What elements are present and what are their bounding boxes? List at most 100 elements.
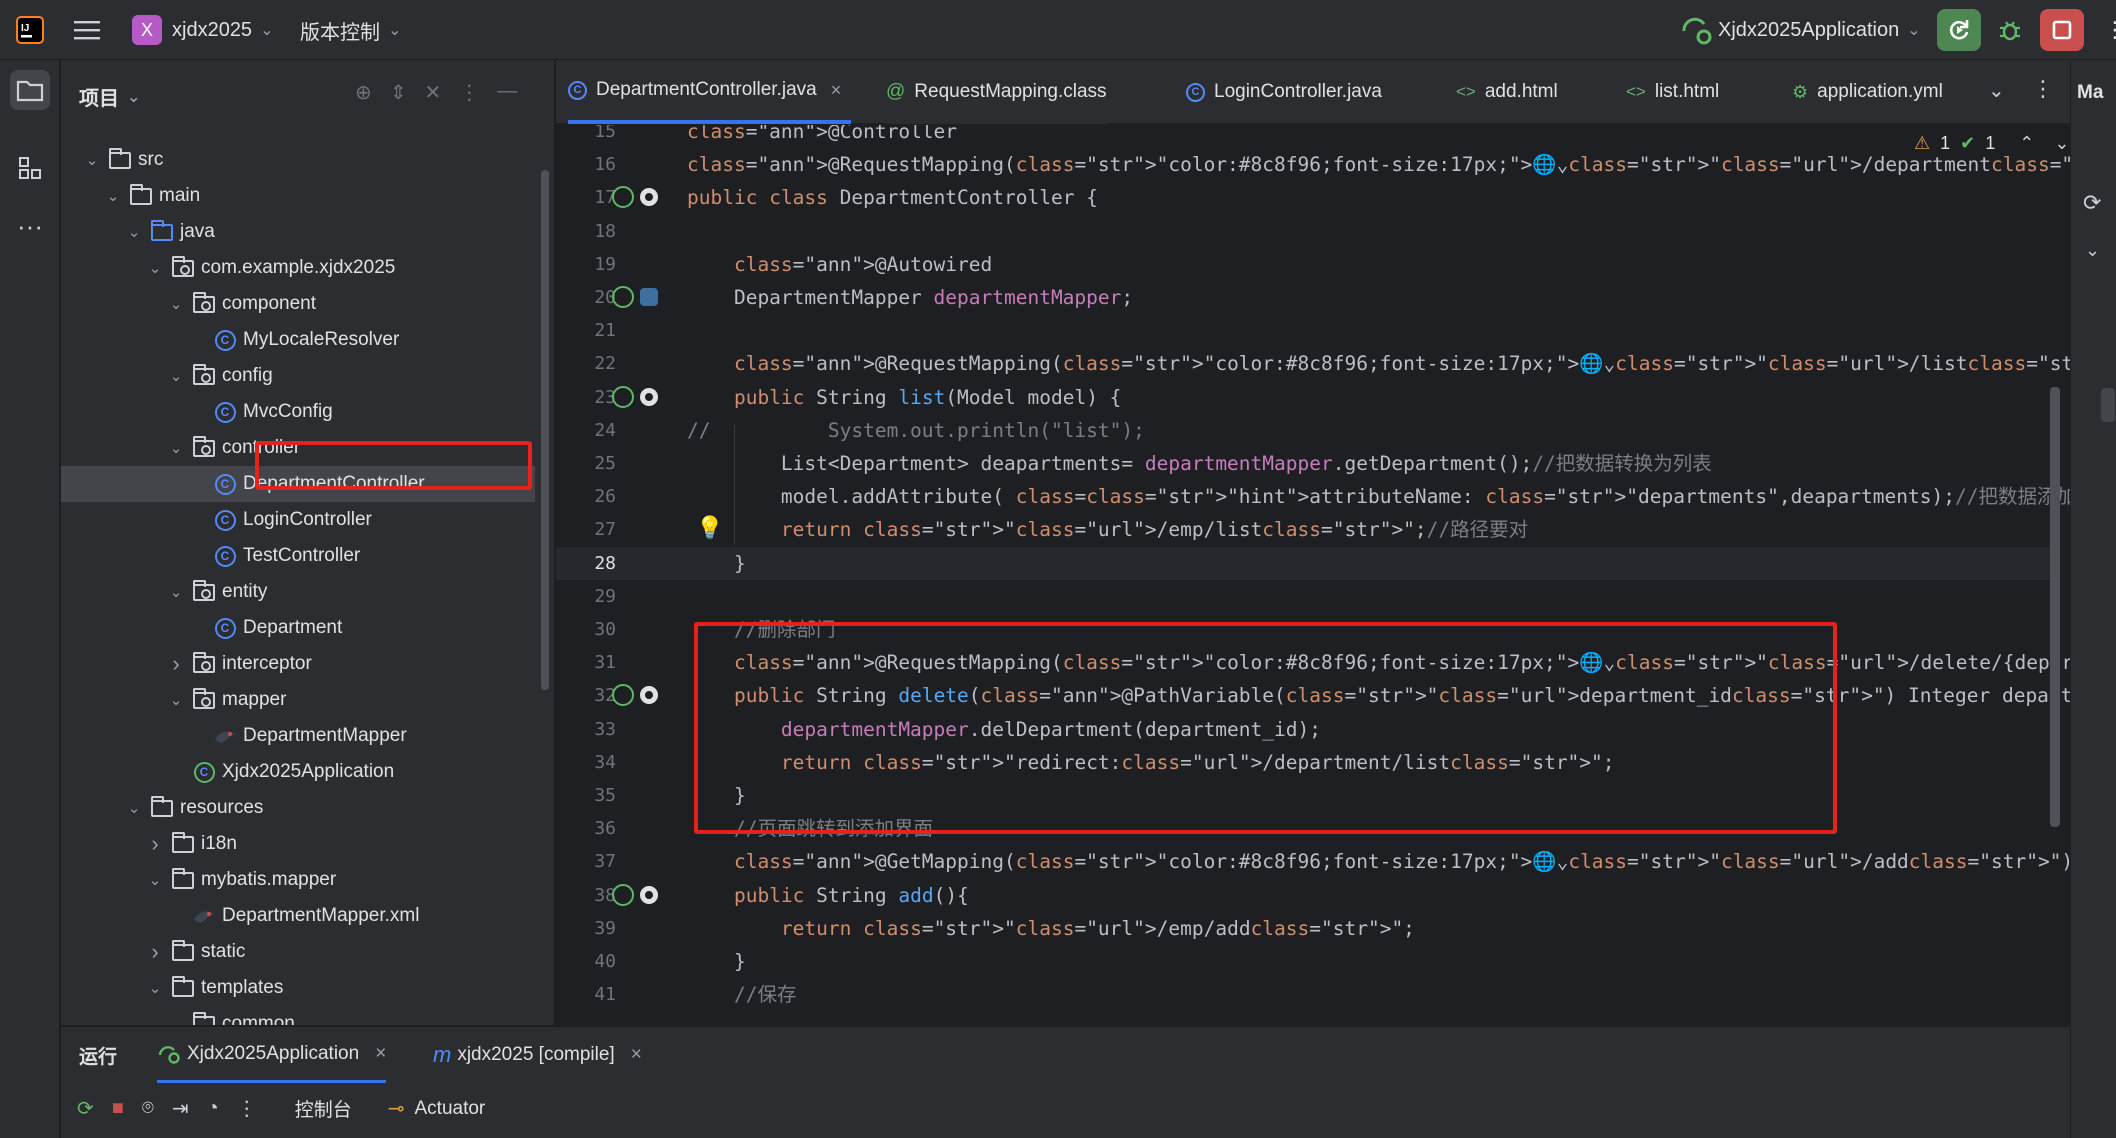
- chevron-down-icon[interactable]: ⌄: [166, 367, 186, 385]
- tree-item[interactable]: DepartmentMapper.xml: [61, 898, 541, 934]
- code-line[interactable]: model.addAttribute( class=class="str">"h…: [687, 480, 2070, 513]
- editor-scrollbar[interactable]: [2050, 387, 2060, 827]
- editor-tab[interactable]: <> add.html: [1456, 60, 1558, 124]
- more-tools-icon[interactable]: ···: [10, 206, 50, 246]
- chevron-down-icon[interactable]: ⌄: [166, 583, 186, 601]
- spring-bean-gutter-icon[interactable]: [612, 385, 634, 408]
- chevron-right-icon[interactable]: ›: [166, 651, 186, 677]
- close-icon[interactable]: ×: [631, 1044, 642, 1066]
- chevron-down-icon[interactable]: ⌄: [166, 439, 186, 457]
- tree-item[interactable]: ⌄ src: [61, 142, 541, 178]
- camera-icon[interactable]: ⌾: [142, 1097, 154, 1120]
- main-menu-icon[interactable]: [74, 0, 100, 60]
- chevron-down-icon[interactable]: ⌄: [166, 295, 186, 313]
- code-line[interactable]: }: [687, 945, 746, 978]
- ide-logo-icon[interactable]: IJ: [16, 0, 44, 60]
- tabs-overflow-icon[interactable]: ⌄: [1988, 78, 2005, 103]
- tree-item[interactable]: ⌄ common: [61, 1006, 541, 1025]
- editor-tab[interactable]: C LoginController.java: [1186, 60, 1382, 124]
- tree-item[interactable]: C Xjdx2025Application: [61, 754, 541, 790]
- restore-layout-icon[interactable]: ⇥: [172, 1096, 189, 1121]
- code-line[interactable]: return class="str">"class="url">/emp/lis…: [687, 513, 1528, 546]
- run-tab-application[interactable]: Xjdx2025Application ×: [157, 1027, 387, 1083]
- vcs-menu[interactable]: 版本控制 ⌄: [300, 0, 401, 60]
- mapper-gutter-icon[interactable]: [640, 288, 658, 306]
- tree-item[interactable]: › interceptor: [61, 646, 541, 682]
- chevron-down-icon[interactable]: ⌄: [82, 151, 102, 169]
- endpoint-gutter-icon[interactable]: [640, 686, 658, 705]
- tree-item[interactable]: ⌄ entity: [61, 574, 541, 610]
- code-line[interactable]: class="ann">@RequestMapping(class="str">…: [687, 347, 2070, 380]
- code-line[interactable]: public class DepartmentController {: [687, 181, 1098, 214]
- project-tool-button[interactable]: [10, 70, 50, 110]
- tree-item[interactable]: ⌄ config: [61, 358, 541, 394]
- structure-tool-button[interactable]: [10, 148, 50, 188]
- stop-icon[interactable]: ■: [112, 1097, 124, 1120]
- tree-item[interactable]: DepartmentMapper: [61, 718, 541, 754]
- chevron-right-icon[interactable]: ›: [145, 831, 165, 857]
- tree-item[interactable]: ⌄ java: [61, 214, 541, 250]
- gauge-icon[interactable]: ◔: [207, 1097, 219, 1120]
- tree-item[interactable]: ⌄ templates: [61, 970, 541, 1006]
- chevron-down-icon[interactable]: ⌄: [124, 799, 144, 817]
- rerun-button[interactable]: [1937, 9, 1981, 51]
- code-line[interactable]: // System.out.println("list");: [687, 414, 1145, 447]
- code-line[interactable]: DepartmentMapper departmentMapper;: [687, 281, 1133, 314]
- rerun-icon[interactable]: ⟳: [77, 1096, 94, 1121]
- tree-scrollbar[interactable]: [541, 170, 549, 690]
- project-switcher[interactable]: X xjdx2025 ⌄: [132, 0, 273, 60]
- chevron-down-icon[interactable]: ⌄: [166, 1015, 186, 1025]
- code-line[interactable]: public String list(Model model) {: [687, 381, 1121, 414]
- chevron-down-icon[interactable]: ⌄: [166, 691, 186, 709]
- editor-tab[interactable]: ⚙ application.yml: [1792, 60, 1943, 124]
- hide-icon[interactable]: —: [497, 80, 517, 105]
- previous-highlight-icon[interactable]: ⌃: [2019, 133, 2034, 154]
- editor-tab[interactable]: @ RequestMapping.class: [886, 60, 1107, 124]
- tree-item[interactable]: › i18n: [61, 826, 541, 862]
- lightbulb-icon[interactable]: 💡: [696, 515, 723, 541]
- more-icon[interactable]: ⋮: [2104, 0, 2116, 60]
- expand-all-icon[interactable]: ⇕: [390, 80, 407, 105]
- spring-bean-gutter-icon[interactable]: [612, 883, 634, 906]
- tree-item[interactable]: C MyLocaleResolver: [61, 322, 541, 358]
- tree-item[interactable]: ⌄ com.example.xjdx2025: [61, 250, 541, 286]
- chevron-down-icon[interactable]: ⌄: [124, 223, 144, 241]
- editor-tab[interactable]: <> list.html: [1626, 60, 1719, 124]
- code-editor[interactable]: 15 class="ann">@Controller 16 class="ann">@…: [556, 125, 2070, 1025]
- project-panel-header[interactable]: 项目 ⌄: [79, 82, 140, 111]
- chevron-down-icon[interactable]: ⌄: [145, 871, 165, 889]
- endpoint-gutter-icon[interactable]: [640, 188, 658, 207]
- tree-item[interactable]: C Department: [61, 610, 541, 646]
- tree-item[interactable]: C TestController: [61, 538, 541, 574]
- code-line[interactable]: class="ann">@Autowired: [687, 248, 992, 281]
- tree-item[interactable]: ⌄ mybatis.mapper: [61, 862, 541, 898]
- code-line[interactable]: return class="str">"class="url">/emp/add…: [687, 912, 1415, 945]
- debug-button[interactable]: [1988, 9, 2032, 51]
- close-icon[interactable]: ×: [375, 1043, 386, 1065]
- editor-tab[interactable]: C DepartmentController.java ×: [568, 60, 852, 124]
- code-line[interactable]: class="ann">@GetMapping(class="str">"col…: [687, 845, 2070, 878]
- code-line[interactable]: class="ann">@Controller: [687, 125, 957, 148]
- side-scroll-handle[interactable]: [2101, 388, 2115, 422]
- chevron-down-icon[interactable]: ⌄: [145, 259, 165, 277]
- stop-button[interactable]: [2040, 9, 2084, 51]
- endpoint-gutter-icon[interactable]: [640, 885, 658, 904]
- code-line[interactable]: List<Department> deapartments= departmen…: [687, 447, 1712, 480]
- tree-item[interactable]: C MvcConfig: [61, 394, 541, 430]
- options-icon[interactable]: ⋮: [459, 80, 479, 105]
- chevron-down-icon[interactable]: ⌄: [2085, 240, 2100, 261]
- run-tab-compile[interactable]: m xjdx2025 [compile] ×: [433, 1027, 642, 1083]
- tree-item[interactable]: ⌄ resources: [61, 790, 541, 826]
- tree-item[interactable]: › static: [61, 934, 541, 970]
- collapse-all-icon[interactable]: ✕: [425, 80, 442, 105]
- chevron-down-icon[interactable]: ⌄: [145, 979, 165, 997]
- tree-item[interactable]: ⌄ mapper: [61, 682, 541, 718]
- inspection-widget[interactable]: ⚠ 1 ✔ 1 ⌃ ⌄: [1914, 133, 2069, 154]
- code-line[interactable]: public String add(){: [687, 879, 969, 912]
- refresh-icon[interactable]: ⟳: [2083, 190, 2101, 216]
- code-line[interactable]: }: [687, 547, 746, 580]
- close-icon[interactable]: ×: [831, 80, 842, 101]
- chevron-down-icon[interactable]: ⌄: [103, 187, 123, 205]
- maven-tool-label[interactable]: Ma: [2077, 82, 2103, 104]
- chevron-right-icon[interactable]: ›: [145, 939, 165, 965]
